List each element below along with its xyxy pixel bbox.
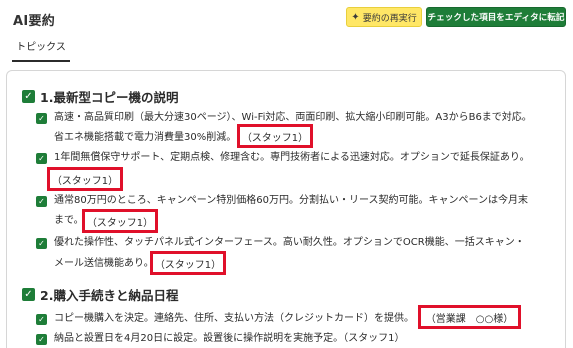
item-3-text-line2: まで。 bbox=[54, 215, 84, 226]
item-2-checkbox[interactable]: ✓ bbox=[36, 153, 47, 164]
tab-active-indicator bbox=[12, 60, 70, 62]
rerun-summary-button[interactable]: ✦ 要約の再実行 bbox=[346, 7, 422, 27]
item-5-checkbox[interactable]: ✓ bbox=[36, 314, 47, 325]
speaker-tag: （スタッフ1） bbox=[82, 209, 158, 233]
rerun-summary-label: 要約の再実行 bbox=[362, 13, 417, 24]
item-1-text-line1: 高速・高品質印刷（最大分速30ページ）、Wi-Fi対応、両面印刷、拡大縮小印刷可… bbox=[54, 112, 532, 123]
section-1-checkbox[interactable]: ✓ bbox=[22, 90, 35, 103]
item-4-checkbox[interactable]: ✓ bbox=[36, 238, 47, 249]
magic-wand-icon: ✦ bbox=[351, 11, 360, 23]
app-header: AI要約 ✦ 要約の再実行 チェックした項目をエディタに転記 bbox=[0, 0, 573, 38]
summary-panel: ✓ 1.最新型コピー機の説明 ✓ 高速・高品質印刷（最大分速30ページ）、Wi-… bbox=[6, 70, 566, 348]
section-1-title: 1.最新型コピー機の説明 bbox=[40, 90, 179, 105]
speaker-tag: （スタッフ1） bbox=[47, 167, 123, 191]
check-icon: ✓ bbox=[38, 114, 45, 123]
item-1-checkbox[interactable]: ✓ bbox=[36, 113, 47, 124]
check-icon: ✓ bbox=[24, 91, 33, 102]
app-title: AI要約 bbox=[13, 14, 56, 29]
item-1-text-line2: 省エネ機能搭載で電力消費量30%削減。 bbox=[54, 132, 237, 143]
check-icon: ✓ bbox=[38, 197, 45, 206]
transfer-to-editor-button[interactable]: チェックした項目をエディタに転記 bbox=[426, 7, 566, 27]
tab-topics[interactable]: トピックス bbox=[12, 40, 70, 60]
section-2-checkbox[interactable]: ✓ bbox=[22, 288, 35, 301]
check-icon: ✓ bbox=[38, 239, 45, 248]
speaker-tag: （スタッフ1） bbox=[150, 251, 226, 275]
item-4-text-line2: メール送信機能あり。 bbox=[54, 258, 154, 269]
check-icon: ✓ bbox=[24, 289, 33, 300]
item-3-checkbox[interactable]: ✓ bbox=[36, 196, 47, 207]
item-5-text-line1: コピー機購入を決定。連絡先、住所、支払い方法（クレジットカード）を提供。 bbox=[54, 313, 414, 324]
speaker-tag: （スタッフ1） bbox=[237, 124, 313, 148]
check-icon: ✓ bbox=[38, 154, 45, 163]
check-icon: ✓ bbox=[38, 315, 45, 324]
item-4-text-line1: 優れた操作性、タッチパネル式インターフェース。高い耐久性。オプションでOCR機能… bbox=[54, 237, 525, 248]
check-icon: ✓ bbox=[38, 335, 45, 344]
tab-bar: トピックス bbox=[0, 38, 573, 62]
item-6-checkbox[interactable]: ✓ bbox=[36, 334, 47, 345]
section-2-title: 2.購入手続きと納品日程 bbox=[40, 288, 179, 303]
item-2-text-line1: 1年間無償保守サポート、定期点検、修理含む。専門技術者による迅速対応。オプション… bbox=[54, 152, 530, 163]
speaker-tag: （営業課 ○○様） bbox=[418, 305, 521, 329]
item-6-text-line1: 納品と設置日を4月20日に設定。設置後に操作説明を実施予定。（スタッフ1） bbox=[54, 333, 405, 344]
item-3-text-line1: 通常80万円のところ、キャンペーン特別価格60万円。分割払い・リース契約可能。キ… bbox=[54, 195, 528, 206]
